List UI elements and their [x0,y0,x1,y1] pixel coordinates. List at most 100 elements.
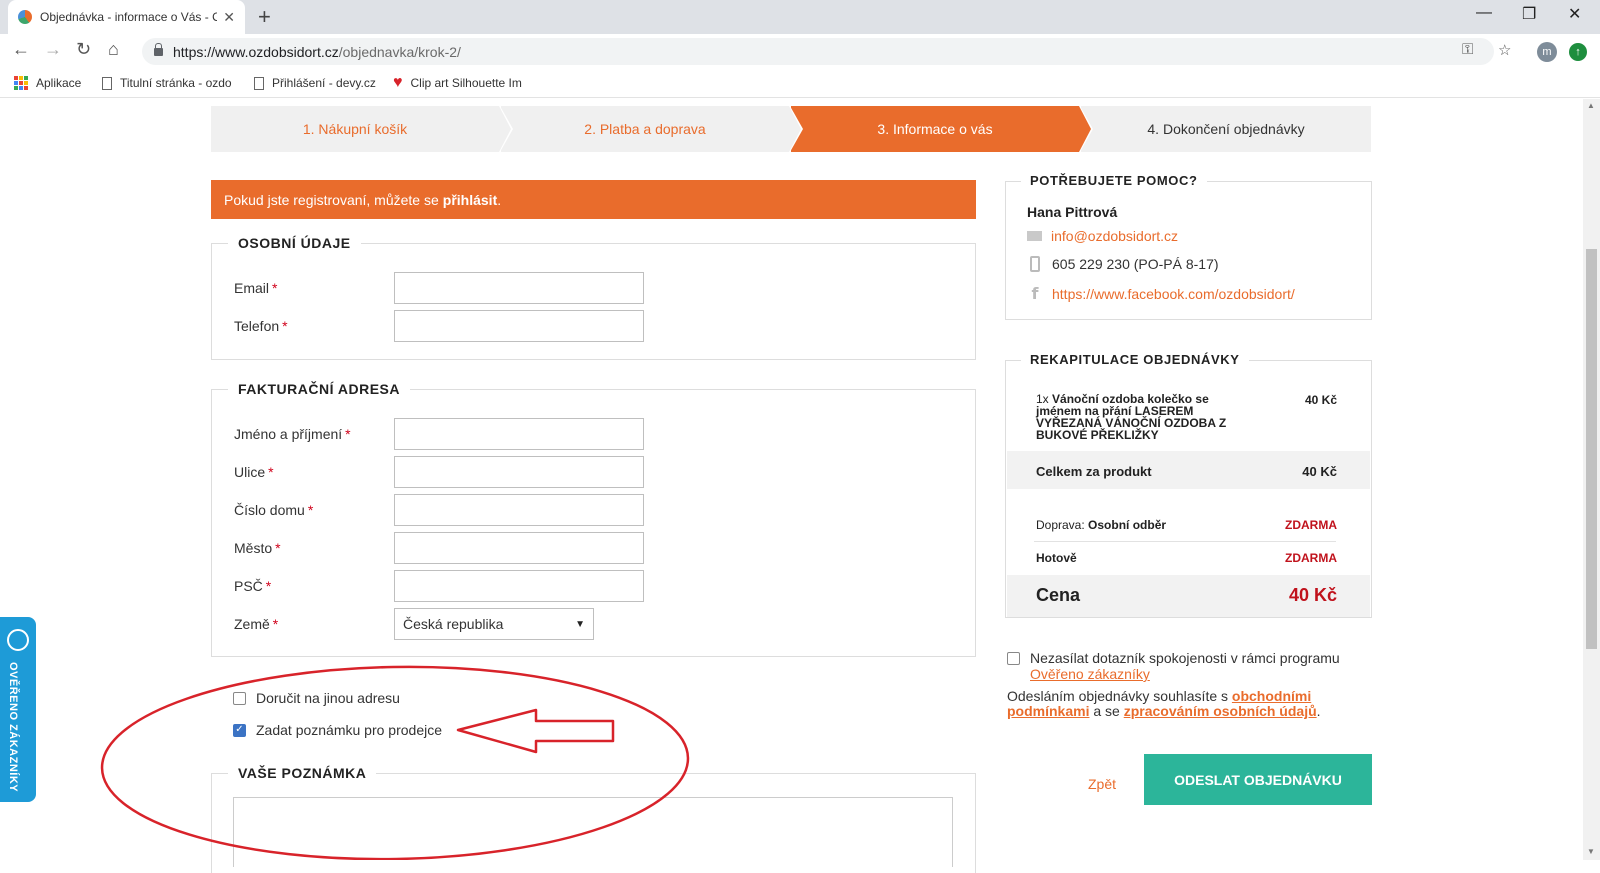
step-info: 3. Informace o vás [791,106,1093,152]
step-label: 3. Informace o vás [877,121,993,137]
forward-arrow-icon[interactable]: → [44,39,62,60]
checkout-steps: 1. Nákupní košík 2. Platba a doprava 3. … [211,106,1371,152]
country-label: Země * [234,616,279,632]
bookmark-label: Titulní stránka - ozdo [120,76,232,90]
survey-opt-out[interactable]: Nezasílat dotazník spokojenosti v rámci … [1007,650,1340,682]
home-icon[interactable]: ⌂ [108,39,119,60]
personal-legend: OSOBNÍ ÚDAJE [228,235,361,251]
survey-checkbox[interactable] [1007,652,1020,665]
name-row: Jméno a příjmení * [234,418,644,450]
other-address-label: Doručit na jinou adresu [256,690,400,706]
verified-badge[interactable]: OVĚŘENO ZÁKAZNÍKY [0,617,36,802]
bookmark-clipart[interactable]: ♥ Clip art Silhouette Im [393,74,522,91]
summary-box: REKAPITULACE OBJEDNÁVKY 1x Vánoční ozdob… [1005,352,1372,618]
update-arrow-icon[interactable]: ↑ [1569,43,1587,61]
help-email-link[interactable]: info@ozdobsidort.cz [1051,228,1178,244]
name-field[interactable] [394,418,644,450]
back-link[interactable]: Zpět [1088,776,1116,792]
summary-product: 1x Vánoční ozdoba kolečko se jménem na p… [1036,392,1227,442]
survey-text: Nezasílat dotazník spokojenosti v rámci … [1030,650,1340,682]
country-value: Česká republika [403,616,504,632]
email-field[interactable] [394,272,644,304]
minimize-icon[interactable]: — [1476,4,1492,22]
bookmark-titulni[interactable]: Titulní stránka - ozdo [102,76,232,90]
help-phone: 605 229 230 (PO-PÁ 8-17) [1052,256,1219,272]
bookmark-label: Aplikace [36,76,82,90]
close-window-icon[interactable]: ✕ [1568,4,1581,24]
heart-icon: ♥ [393,74,403,91]
privacy-link[interactable]: zpracováním osobních údajů [1124,703,1317,719]
restore-icon[interactable]: ❐ [1522,4,1536,24]
country-row: Země * Česká republika ▼ [234,608,594,640]
facebook-icon: f [1031,284,1039,303]
step-label: 1. Nákupní košík [302,121,408,137]
other-address-checkbox[interactable] [233,691,246,705]
page-scrollbar[interactable]: ▲ ▼ [1583,99,1600,860]
zip-row: PSČ * [234,570,644,602]
verified-seal-icon [7,629,29,651]
bookmark-label: Přihlášení - devy.cz [272,76,376,90]
profile-avatar[interactable]: m [1537,42,1557,62]
key-icon[interactable]: ⚿ [1462,41,1473,58]
step-label: 4. Dokončení objednávky [1147,121,1305,137]
help-email-row[interactable]: info@ozdobsidort.cz [1027,228,1178,244]
seller-note-checkbox[interactable]: ✓ [233,723,246,737]
email-row: Email * [234,272,644,304]
help-facebook-row[interactable]: f https://www.facebook.com/ozdobsidort/ [1027,284,1295,303]
country-select[interactable]: Česká republika ▼ [394,608,594,640]
browser-tab[interactable]: Objednávka - informace o Vás - O ✕ [8,0,245,34]
login-link[interactable]: přihlásit [443,192,497,208]
personal-fieldset: OSOBNÍ ÚDAJE Email * Telefon * [211,235,976,360]
page-icon [254,76,264,90]
login-notice: Pokud jste registrovaní, můžete se přihl… [211,180,976,219]
house-row: Číslo domu * [234,494,644,526]
name-label: Jméno a příjmení * [234,426,351,442]
back-arrow-icon[interactable]: ← [12,39,30,60]
step-finish: 4. Dokončení objednávky [1081,106,1371,152]
scroll-thumb[interactable] [1586,249,1597,649]
phone-row: Telefon * [234,310,644,342]
seller-note-option[interactable]: ✓ Zadat poznámku pro prodejce [233,722,442,738]
page-icon [102,76,112,90]
address-bar[interactable]: https://www.ozdobsidort.cz/objednavka/kr… [142,38,1494,65]
help-legend: POTŘEBUJETE POMOC? [1021,173,1207,188]
step-label: 2. Platba a doprava [584,121,706,137]
house-number-field[interactable] [394,494,644,526]
street-field[interactable] [394,456,644,488]
page-content: 1. Nákupní košík 2. Platba a doprava 3. … [0,99,1600,873]
submit-order-button[interactable]: ODESLAT OBJEDNÁVKU [1144,754,1372,805]
tab-close-icon[interactable]: ✕ [223,9,235,26]
browser-toolbar: ← → ↻ ⌂ https://www.ozdobsidort.cz/objed… [0,34,1600,68]
apps-grid-icon [14,76,28,90]
bookmarks-bar: Aplikace Titulní stránka - ozdo Přihláše… [0,68,1600,98]
street-row: Ulice * [234,456,644,488]
phone-label: Telefon * [234,318,288,334]
bookmark-prihlaseni[interactable]: Přihlášení - devy.cz [254,76,376,90]
phone-field[interactable] [394,310,644,342]
zip-field[interactable] [394,570,644,602]
house-label: Číslo domu * [234,502,314,518]
other-address-option[interactable]: Doručit na jinou adresu [233,690,400,706]
verified-badge-label: OVĚŘENO ZÁKAZNÍKY [7,662,19,793]
bookmark-apps[interactable]: Aplikace [14,76,81,90]
terms-text: Odesláním objednávky souhlasíte s obchod… [1007,688,1321,719]
reload-icon[interactable]: ↻ [76,39,91,60]
street-label: Ulice * [234,464,274,480]
scroll-up-icon[interactable]: ▲ [1587,101,1595,110]
city-field[interactable] [394,532,644,564]
billing-legend: FAKTURAČNÍ ADRESA [228,381,410,397]
note-textarea[interactable] [233,797,953,867]
step-payment[interactable]: 2. Platba a doprava [501,106,803,152]
note-legend: VAŠE POZNÁMKA [228,765,377,781]
url-path: /objednavka/krok-2/ [338,43,461,60]
step-cart[interactable]: 1. Nákupní košík [211,106,513,152]
help-facebook-link[interactable]: https://www.facebook.com/ozdobsidort/ [1052,286,1295,302]
new-tab-plus-icon[interactable]: + [258,4,271,30]
verified-customers-link[interactable]: Ověřeno zákazníky [1030,666,1340,682]
bookmark-star-icon[interactable]: ☆ [1498,41,1511,59]
notice-text: Pokud jste registrovaní, můžete se [224,191,439,208]
site-favicon-icon [18,10,32,24]
seller-note-label: Zadat poznámku pro prodejce [256,722,442,738]
scroll-down-icon[interactable]: ▼ [1587,847,1595,856]
url-host: https://www.ozdobsidort.cz [173,43,339,60]
